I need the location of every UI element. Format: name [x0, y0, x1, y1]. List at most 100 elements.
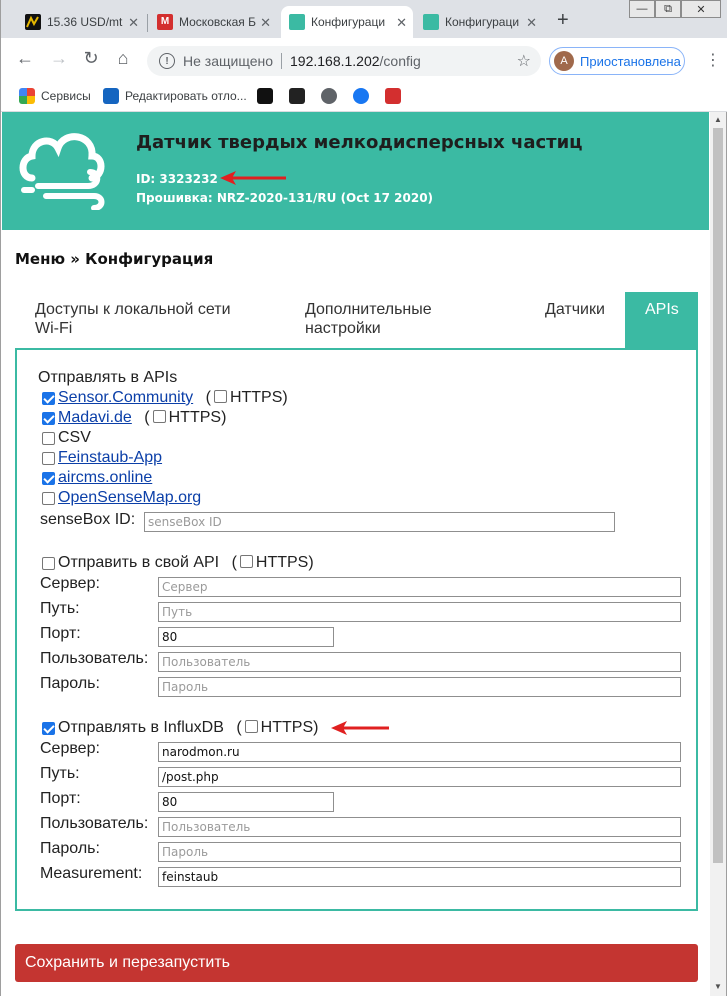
tab-apis[interactable]: APIs: [625, 292, 698, 348]
https-label: HTTPS: [255, 554, 309, 571]
bookmark-label: Редактировать отло...: [125, 89, 247, 103]
new-tab-button[interactable]: +: [557, 10, 569, 30]
influx-measurement-input[interactable]: feinstaub: [158, 867, 681, 887]
bookmark-moex[interactable]: [385, 88, 407, 104]
sensor-community-checkbox[interactable]: [42, 392, 55, 405]
influx-path-input[interactable]: /post.php: [158, 767, 681, 787]
tab-title: 15.36 USD/mt: [47, 15, 123, 29]
close-tab-icon[interactable]: ✕: [128, 15, 139, 31]
browser-tab-2[interactable]: M Московская Б ✕: [149, 6, 277, 38]
minimize-button[interactable]: —: [629, 0, 655, 18]
close-tab-icon[interactable]: ✕: [396, 15, 407, 31]
config-tabs: Доступы к локальной сети Wi-Fi Дополните…: [15, 292, 698, 348]
bookmarks-bar: Сервисы Редактировать отло...: [1, 82, 727, 112]
influx-user-label: Пользователь:: [40, 815, 149, 832]
sparkle-icon: [289, 88, 305, 104]
aircms-link[interactable]: aircms.online: [58, 469, 152, 487]
bookmark-globe[interactable]: [321, 88, 343, 104]
custom-api-row: Отправить в свой API (HTTPS): [58, 554, 314, 572]
custom-user-input[interactable]: Пользователь: [158, 652, 681, 672]
back-arrow-icon[interactable]: ←: [13, 48, 37, 69]
https-label: HTTPS: [229, 389, 283, 406]
custom-port-label: Порт:: [40, 625, 81, 642]
save-restart-button[interactable]: Сохранить и перезапустить: [15, 944, 698, 982]
paren-close: ): [221, 409, 227, 426]
tab-sensors[interactable]: Датчики: [525, 292, 625, 348]
custom-server-input[interactable]: Сервер: [158, 577, 681, 597]
tradingview-icon: [257, 88, 273, 104]
globe-icon: [321, 88, 337, 104]
forward-arrow-icon[interactable]: →: [47, 48, 71, 69]
https-label: HTTPS: [260, 719, 314, 736]
feinstaub-app-link[interactable]: Feinstaub-App: [58, 449, 162, 467]
bookmark-services[interactable]: Сервисы: [19, 88, 91, 104]
bookmark-edit-deferred[interactable]: Редактировать отло...: [103, 88, 247, 104]
close-window-button[interactable]: ✕: [681, 0, 721, 18]
close-tab-icon[interactable]: ✕: [526, 15, 537, 31]
browser-tab-4[interactable]: Конфигураци ✕: [415, 6, 543, 38]
address-bar[interactable]: ! Не защищено 192.168.1.202/config ☆: [147, 46, 541, 76]
influxdb-label: Отправлять в InfluxDB: [58, 719, 224, 736]
restore-button[interactable]: ⧉: [655, 0, 681, 18]
sensebox-id-input[interactable]: senseBox ID: [144, 512, 615, 532]
tab-title: Московская Б: [179, 15, 256, 29]
scroll-up-icon[interactable]: ▲: [714, 115, 722, 124]
bookmark-star[interactable]: [289, 88, 311, 104]
tab-strip: 15.36 USD/mt ✕ M Московская Б ✕ Конфигур…: [1, 0, 727, 38]
custom-port-input[interactable]: 80: [158, 627, 334, 647]
page-header: Датчик твердых мелкодисперсных частиц ID…: [2, 112, 709, 230]
browser-tab-1[interactable]: 15.36 USD/mt ✕: [17, 6, 145, 38]
red-arrow-annotation: [331, 721, 389, 735]
madavi-link[interactable]: Madavi.de: [58, 409, 132, 426]
scroll-down-icon[interactable]: ▼: [714, 982, 722, 991]
tradingview-icon: [25, 14, 41, 30]
reload-icon[interactable]: ↻: [79, 48, 103, 69]
omnibox-divider: [281, 53, 282, 69]
tab-advanced[interactable]: Дополнительные настройки: [285, 292, 485, 348]
sensor-community-row: Sensor.Community (HTTPS): [58, 389, 288, 407]
sensor-community-link[interactable]: Sensor.Community: [58, 389, 193, 406]
more-menu-icon[interactable]: ⋮: [705, 50, 721, 70]
bookmark-star-icon[interactable]: ☆: [517, 51, 531, 71]
moex-icon: [385, 88, 401, 104]
profile-button[interactable]: A Приостановлена: [549, 47, 685, 75]
bookmark-facebook[interactable]: [353, 88, 375, 104]
custom-api-checkbox[interactable]: [42, 557, 55, 570]
opensensemap-checkbox[interactable]: [42, 492, 55, 505]
csv-checkbox[interactable]: [42, 432, 55, 445]
paren-open: (: [236, 719, 242, 736]
scrollbar-thumb[interactable]: [713, 128, 723, 863]
paren-open: (: [231, 554, 237, 571]
custom-api-https-checkbox[interactable]: [239, 555, 253, 568]
bookmark-tradingview[interactable]: [257, 88, 279, 104]
custom-server-label: Сервер:: [40, 575, 100, 592]
home-icon[interactable]: ⌂: [111, 48, 135, 69]
sensor-community-https-checkbox[interactable]: [213, 390, 227, 403]
security-label: Не защищено: [183, 53, 273, 69]
aircms-checkbox[interactable]: [42, 472, 55, 485]
https-label: HTTPS: [168, 409, 222, 426]
close-tab-icon[interactable]: ✕: [260, 15, 271, 31]
paren-open: (: [144, 409, 150, 426]
browser-tab-3-active[interactable]: Конфигураци ✕: [281, 6, 413, 38]
warning-icon: !: [159, 53, 175, 69]
influx-password-input[interactable]: Пароль: [158, 842, 681, 862]
influxdb-https-checkbox[interactable]: [244, 720, 258, 733]
cloud-icon: [423, 14, 439, 30]
opensensemap-link[interactable]: OpenSenseMap.org: [58, 489, 201, 507]
madavi-https-checkbox[interactable]: [152, 410, 166, 423]
feinstaub-app-checkbox[interactable]: [42, 452, 55, 465]
influxdb-checkbox[interactable]: [42, 722, 55, 735]
cloud-icon: [289, 14, 305, 30]
influx-port-input[interactable]: 80: [158, 792, 334, 812]
facebook-icon: [353, 88, 369, 104]
influx-server-label: Сервер:: [40, 740, 100, 757]
custom-password-input[interactable]: Пароль: [158, 677, 681, 697]
custom-path-input[interactable]: Путь: [158, 602, 681, 622]
profile-status: Приостановлена: [580, 53, 681, 69]
page-scrollbar[interactable]: ▲ ▼: [710, 112, 726, 996]
madavi-checkbox[interactable]: [42, 412, 55, 425]
influx-server-input[interactable]: narodmon.ru: [158, 742, 681, 762]
tab-wifi[interactable]: Доступы к локальной сети Wi-Fi: [15, 292, 273, 348]
influx-user-input[interactable]: Пользователь: [158, 817, 681, 837]
